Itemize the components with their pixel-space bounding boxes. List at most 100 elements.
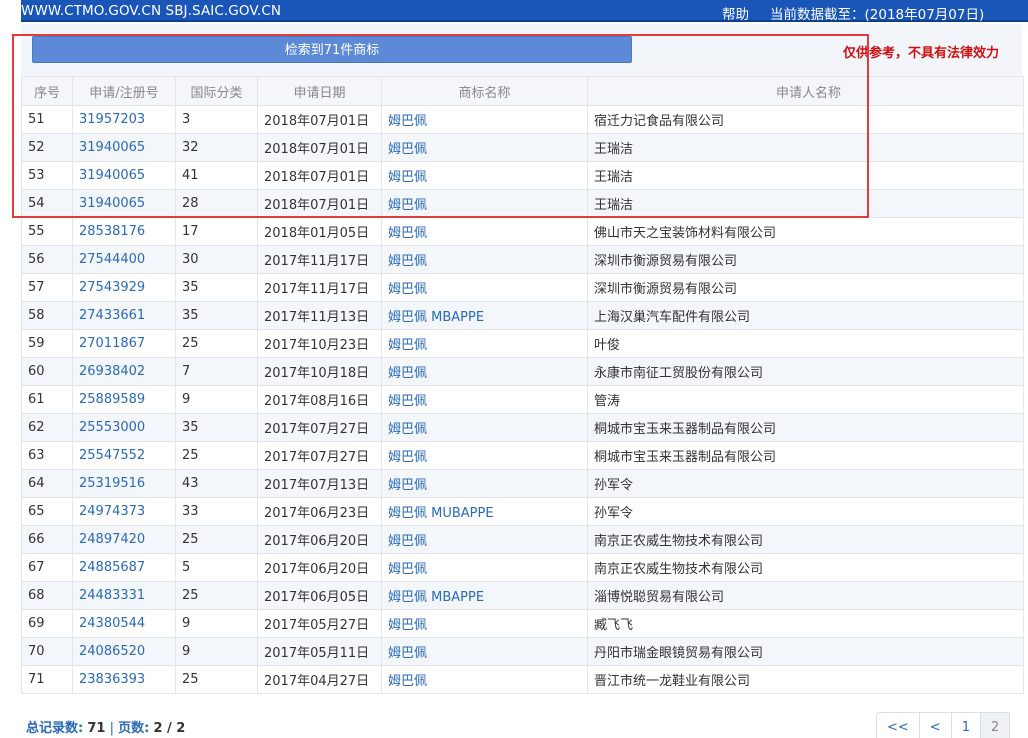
cell-index: 54 bbox=[21, 189, 73, 218]
cell-class: 33 bbox=[175, 497, 258, 526]
cell-reg-number[interactable]: 24380544 bbox=[72, 609, 176, 638]
cell-date: 2018年07月01日 bbox=[257, 105, 382, 134]
table-row: 57 27543929 35 2017年11月17日 姆巴佩 深圳市衡源贸易有限公司 bbox=[21, 273, 1024, 302]
cell-mark-name[interactable]: 姆巴佩 bbox=[381, 245, 588, 274]
cell-applicant: 深圳市衡源贸易有限公司 bbox=[587, 245, 1024, 274]
table-row: 63 25547552 25 2017年07月27日 姆巴佩 桐城市宝玉来玉器制品有限公司 bbox=[21, 441, 1024, 470]
first-page-button[interactable]: << bbox=[876, 712, 920, 738]
cell-reg-number[interactable]: 27011867 bbox=[72, 329, 176, 358]
pagination: << < 1 2 bbox=[876, 712, 1011, 738]
table-row: 59 27011867 25 2017年10月23日 姆巴佩 叶俊 bbox=[21, 329, 1024, 358]
cell-mark-name[interactable]: 姆巴佩 bbox=[381, 553, 588, 582]
page-2-button[interactable]: 2 bbox=[980, 712, 1011, 738]
cell-applicant: 管涛 bbox=[587, 385, 1024, 414]
cell-mark-name[interactable]: 姆巴佩 bbox=[381, 441, 588, 470]
cell-index: 61 bbox=[21, 385, 73, 414]
cell-mark-name[interactable]: 姆巴佩 bbox=[381, 413, 588, 442]
cell-mark-name[interactable]: 姆巴佩 bbox=[381, 105, 588, 134]
table-header-row: 序号 申请/注册号 国际分类 申请日期 商标名称 申请人名称 bbox=[21, 76, 1024, 106]
cell-mark-name[interactable]: 姆巴佩 bbox=[381, 525, 588, 554]
cell-index: 68 bbox=[21, 581, 73, 610]
cell-reg-number[interactable]: 31940065 bbox=[72, 133, 176, 162]
cell-applicant: 孙军令 bbox=[587, 497, 1024, 526]
total-records-label: 总记录数: bbox=[26, 721, 84, 736]
cell-reg-number[interactable]: 24897420 bbox=[72, 525, 176, 554]
page-1-button[interactable]: 1 bbox=[951, 712, 981, 738]
help-link[interactable]: 帮助 bbox=[722, 3, 749, 23]
cell-applicant: 王瑞洁 bbox=[587, 189, 1024, 218]
cell-mark-name[interactable]: 姆巴佩 MBAPPE bbox=[381, 301, 588, 330]
cell-class: 3 bbox=[175, 105, 258, 134]
cell-class: 28 bbox=[175, 189, 258, 218]
cell-reg-number[interactable]: 31957203 bbox=[72, 105, 176, 134]
site-domains: WWW.CTMO.GOV.CN SBJ.SAIC.GOV.CN bbox=[21, 3, 282, 19]
cell-index: 58 bbox=[21, 301, 73, 330]
cell-mark-name[interactable]: 姆巴佩 bbox=[381, 161, 588, 190]
cell-date: 2017年07月13日 bbox=[257, 469, 382, 498]
cell-applicant: 桐城市宝玉来玉器制品有限公司 bbox=[587, 413, 1024, 442]
cell-reg-number[interactable]: 25889589 bbox=[72, 385, 176, 414]
cell-mark-name[interactable]: 姆巴佩 bbox=[381, 133, 588, 162]
cell-class: 25 bbox=[175, 441, 258, 470]
cell-date: 2017年11月17日 bbox=[257, 245, 382, 274]
result-count-button[interactable]: 检索到71件商标 bbox=[32, 36, 632, 63]
cell-date: 2017年07月27日 bbox=[257, 441, 382, 470]
prev-page-button[interactable]: < bbox=[919, 712, 952, 738]
cell-applicant: 南京正农威生物技术有限公司 bbox=[587, 525, 1024, 554]
cell-date: 2017年08月16日 bbox=[257, 385, 382, 414]
table-row: 64 25319516 43 2017年07月13日 姆巴佩 孙军令 bbox=[21, 469, 1024, 498]
cell-applicant: 晋江市统一龙鞋业有限公司 bbox=[587, 665, 1024, 694]
cell-reg-number[interactable]: 25553000 bbox=[72, 413, 176, 442]
col-header-date: 申请日期 bbox=[257, 76, 382, 106]
cell-mark-name[interactable]: 姆巴佩 bbox=[381, 385, 588, 414]
cell-reg-number[interactable]: 27544400 bbox=[72, 245, 176, 274]
pages-value: 2 / 2 bbox=[153, 721, 186, 736]
cell-class: 9 bbox=[175, 609, 258, 638]
cell-mark-name[interactable]: 姆巴佩 bbox=[381, 329, 588, 358]
cell-reg-number[interactable]: 27543929 bbox=[72, 273, 176, 302]
cell-class: 5 bbox=[175, 553, 258, 582]
cell-mark-name[interactable]: 姆巴佩 bbox=[381, 637, 588, 666]
cell-mark-name[interactable]: 姆巴佩 bbox=[381, 665, 588, 694]
cell-index: 60 bbox=[21, 357, 73, 386]
cell-applicant: 上海汉巢汽车配件有限公司 bbox=[587, 301, 1024, 330]
col-header-applicant: 申请人名称 bbox=[587, 76, 1024, 106]
cell-mark-name[interactable]: 姆巴佩 MBAPPE bbox=[381, 581, 588, 610]
cell-index: 66 bbox=[21, 525, 73, 554]
cell-date: 2017年06月20日 bbox=[257, 553, 382, 582]
cell-reg-number[interactable]: 23836393 bbox=[72, 665, 176, 694]
cell-applicant: 宿迁力记食品有限公司 bbox=[587, 105, 1024, 134]
cell-class: 35 bbox=[175, 273, 258, 302]
cell-mark-name[interactable]: 姆巴佩 bbox=[381, 357, 588, 386]
cell-reg-number[interactable]: 25547552 bbox=[72, 441, 176, 470]
cell-class: 17 bbox=[175, 217, 258, 246]
cell-class: 43 bbox=[175, 469, 258, 498]
cell-applicant: 桐城市宝玉来玉器制品有限公司 bbox=[587, 441, 1024, 470]
cell-mark-name[interactable]: 姆巴佩 bbox=[381, 189, 588, 218]
cell-reg-number[interactable]: 24974373 bbox=[72, 497, 176, 526]
pages-label: 页数: bbox=[118, 721, 150, 736]
cell-reg-number[interactable]: 28538176 bbox=[72, 217, 176, 246]
cell-applicant: 深圳市衡源贸易有限公司 bbox=[587, 273, 1024, 302]
cell-reg-number[interactable]: 24086520 bbox=[72, 637, 176, 666]
cell-reg-number[interactable]: 25319516 bbox=[72, 469, 176, 498]
cell-mark-name[interactable]: 姆巴佩 bbox=[381, 273, 588, 302]
cell-index: 55 bbox=[21, 217, 73, 246]
cell-reg-number[interactable]: 24483331 bbox=[72, 581, 176, 610]
cell-mark-name[interactable]: 姆巴佩 bbox=[381, 217, 588, 246]
cell-mark-name[interactable]: 姆巴佩 bbox=[381, 609, 588, 638]
cell-date: 2017年07月27日 bbox=[257, 413, 382, 442]
table-row: 61 25889589 9 2017年08月16日 姆巴佩 管涛 bbox=[21, 385, 1024, 414]
cell-mark-name[interactable]: 姆巴佩 MUBAPPE bbox=[381, 497, 588, 526]
cell-mark-name[interactable]: 姆巴佩 bbox=[381, 469, 588, 498]
cell-reg-number[interactable]: 27433661 bbox=[72, 301, 176, 330]
cell-reg-number[interactable]: 31940065 bbox=[72, 189, 176, 218]
cell-reg-number[interactable]: 31940065 bbox=[72, 161, 176, 190]
table-row: 65 24974373 33 2017年06月23日 姆巴佩 MUBAPPE 孙军令 bbox=[21, 497, 1024, 526]
cell-reg-number[interactable]: 26938402 bbox=[72, 357, 176, 386]
cell-class: 41 bbox=[175, 161, 258, 190]
cell-class: 25 bbox=[175, 581, 258, 610]
legal-disclaimer: 仅供参考，不具有法律效力 bbox=[843, 46, 1000, 61]
cell-class: 25 bbox=[175, 665, 258, 694]
cell-reg-number[interactable]: 24885687 bbox=[72, 553, 176, 582]
